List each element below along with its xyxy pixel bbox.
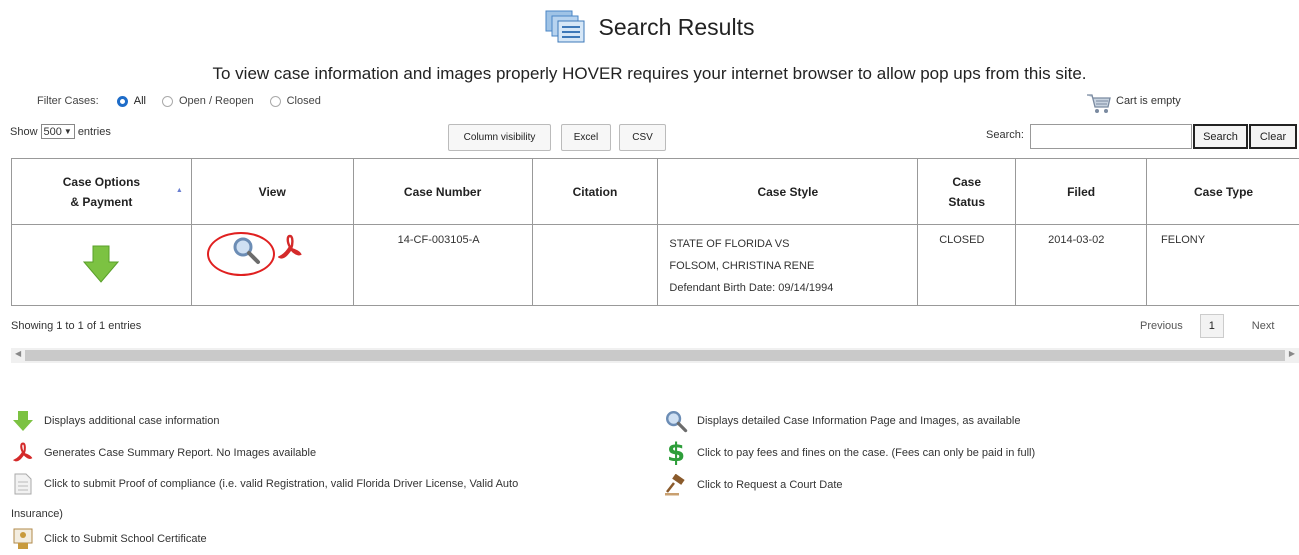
col-case-status[interactable]: Case Status <box>917 158 1017 225</box>
col-case-style[interactable]: Case Style <box>657 158 919 225</box>
cart-icon[interactable] <box>1086 90 1112 119</box>
clear-button[interactable]: Clear <box>1249 124 1297 149</box>
search-input[interactable] <box>1030 124 1192 149</box>
legend-compliance-text: Click to submit Proof of compliance (i.e… <box>44 478 519 490</box>
legend-detailed: Displays detailed Case Information Page … <box>664 410 1021 433</box>
scroll-left-icon[interactable]: ◀ <box>15 349 21 358</box>
filter-open-radio[interactable] <box>161 95 173 107</box>
legend-additional: Displays additional case information <box>11 410 219 432</box>
magnifier-icon <box>664 410 688 433</box>
col-status-line2: Status <box>948 194 985 209</box>
pagination: Previous 1 Next <box>1140 314 1274 338</box>
table-row: 14-CF-003105-A STATE OF FLORIDA VS FOLSO… <box>11 224 1299 306</box>
legend-court-date-text: Click to Request a Court Date <box>697 479 843 491</box>
sort-asc-icon: ▲ <box>175 187 183 194</box>
page-title: Search Results <box>598 13 755 40</box>
col-case-type[interactable]: Case Type <box>1146 158 1299 225</box>
cell-case-style: STATE OF FLORIDA VS FOLSOM, CHRISTINA RE… <box>657 224 919 306</box>
legend-detailed-text: Displays detailed Case Information Page … <box>697 415 1021 427</box>
dollar-icon: $ <box>666 438 686 468</box>
table-info: Showing 1 to 1 of 1 entries <box>11 320 142 332</box>
scroll-right-icon[interactable]: ▶ <box>1289 349 1295 358</box>
cell-view <box>190 224 354 306</box>
filter-closed-radio[interactable] <box>269 95 281 107</box>
filter-closed-label[interactable]: Closed <box>287 95 321 107</box>
legend-compliance: Click to submit Proof of compliance (i.e… <box>11 473 518 495</box>
document-icon <box>11 473 35 495</box>
length-value: 500 <box>43 125 62 138</box>
col-status-line1: Case <box>952 174 981 189</box>
legend-additional-text: Displays additional case information <box>44 415 220 427</box>
results-table: Case Options & Payment ▲ View Case Numbe… <box>11 158 1299 306</box>
page-1-button[interactable]: 1 <box>1199 314 1224 338</box>
col-options-line2: & Payment <box>70 194 133 209</box>
filter-cases: Filter Cases: All Open / Reopen Closed <box>37 95 331 107</box>
next-button[interactable]: Next <box>1252 320 1275 332</box>
cell-case-number: 14-CF-003105-A <box>352 224 533 306</box>
cell-citation <box>531 224 659 306</box>
filter-all-radio[interactable] <box>116 95 128 107</box>
cart-status[interactable]: Cart is empty <box>1086 90 1181 119</box>
gavel-icon <box>664 474 688 496</box>
legend-school-text: Click to Submit School Certificate <box>44 533 207 545</box>
case-number[interactable]: 14-CF-003105-A <box>398 234 480 246</box>
legend-compliance-text-2: Insurance) <box>11 508 63 520</box>
col-filed[interactable]: Filed <box>1015 158 1148 225</box>
col-options-line1: Case Options <box>62 174 141 189</box>
length-select[interactable]: 500 ▼ <box>40 124 75 139</box>
page-header: Search Results <box>0 10 1299 47</box>
legend-school: Click to Submit School Certificate <box>11 528 207 550</box>
case-style-line2: FOLSOM, CHRISTINA RENE <box>669 260 815 272</box>
search-button[interactable]: Search <box>1193 124 1248 149</box>
legend-court-date: Click to Request a Court Date <box>664 474 843 496</box>
certificate-icon <box>11 528 35 550</box>
green-arrow-icon <box>11 410 35 432</box>
chevron-down-icon: ▼ <box>63 127 72 136</box>
case-type: FELONY <box>1161 234 1206 246</box>
horizontal-scrollbar[interactable]: ◀ ▶ <box>11 348 1299 363</box>
pdf-icon <box>11 442 35 464</box>
expand-arrow-icon[interactable] <box>83 245 120 286</box>
excel-button[interactable]: Excel <box>561 124 611 151</box>
case-style-line3: Defendant Birth Date: 09/14/1994 <box>669 282 834 294</box>
col-options[interactable]: Case Options & Payment ▲ <box>11 158 192 225</box>
case-style-line1: STATE OF FLORIDA VS <box>669 238 790 250</box>
popup-notice: To view case information and images prop… <box>212 64 1087 83</box>
filter-all-label[interactable]: All <box>134 95 146 107</box>
cell-case-type: FELONY <box>1146 224 1299 306</box>
col-view[interactable]: View <box>190 158 354 225</box>
col-citation[interactable]: Citation <box>531 158 659 225</box>
cell-options <box>11 224 192 306</box>
previous-button[interactable]: Previous <box>1140 320 1183 332</box>
filter-open-label[interactable]: Open / Reopen <box>179 95 254 107</box>
search-results-icon <box>545 10 585 44</box>
col-case-number[interactable]: Case Number <box>352 158 533 225</box>
column-visibility-button[interactable]: Column visibility <box>448 124 551 151</box>
filter-label: Filter Cases: <box>37 95 99 107</box>
legend-pay: $ Click to pay fees and fines on the cas… <box>664 438 1036 468</box>
table-header-row: Case Options & Payment ▲ View Case Numbe… <box>11 158 1299 225</box>
cart-label: Cart is empty <box>1116 95 1181 107</box>
csv-button[interactable]: CSV <box>619 124 666 151</box>
legend-summary-text: Generates Case Summary Report. No Images… <box>44 447 317 459</box>
legend-compliance-continued: Insurance) <box>11 508 63 520</box>
search-label: Search: <box>986 129 1024 141</box>
cell-case-status: CLOSED <box>917 224 1017 306</box>
legend-pay-text: Click to pay fees and fines on the case.… <box>697 447 1036 459</box>
cell-filed: 2014-03-02 <box>1015 224 1148 306</box>
length-suffix: entries <box>77 125 111 138</box>
length-prefix: Show <box>10 125 38 138</box>
pdf-icon[interactable] <box>277 234 302 265</box>
length-control: Show 500 ▼ entries <box>10 124 111 139</box>
scrollbar-thumb[interactable] <box>25 350 1285 361</box>
legend-summary: Generates Case Summary Report. No Images… <box>11 442 316 464</box>
filed-date: 2014-03-02 <box>1048 234 1105 246</box>
highlight-circle <box>206 232 275 276</box>
case-status: CLOSED <box>939 234 985 246</box>
